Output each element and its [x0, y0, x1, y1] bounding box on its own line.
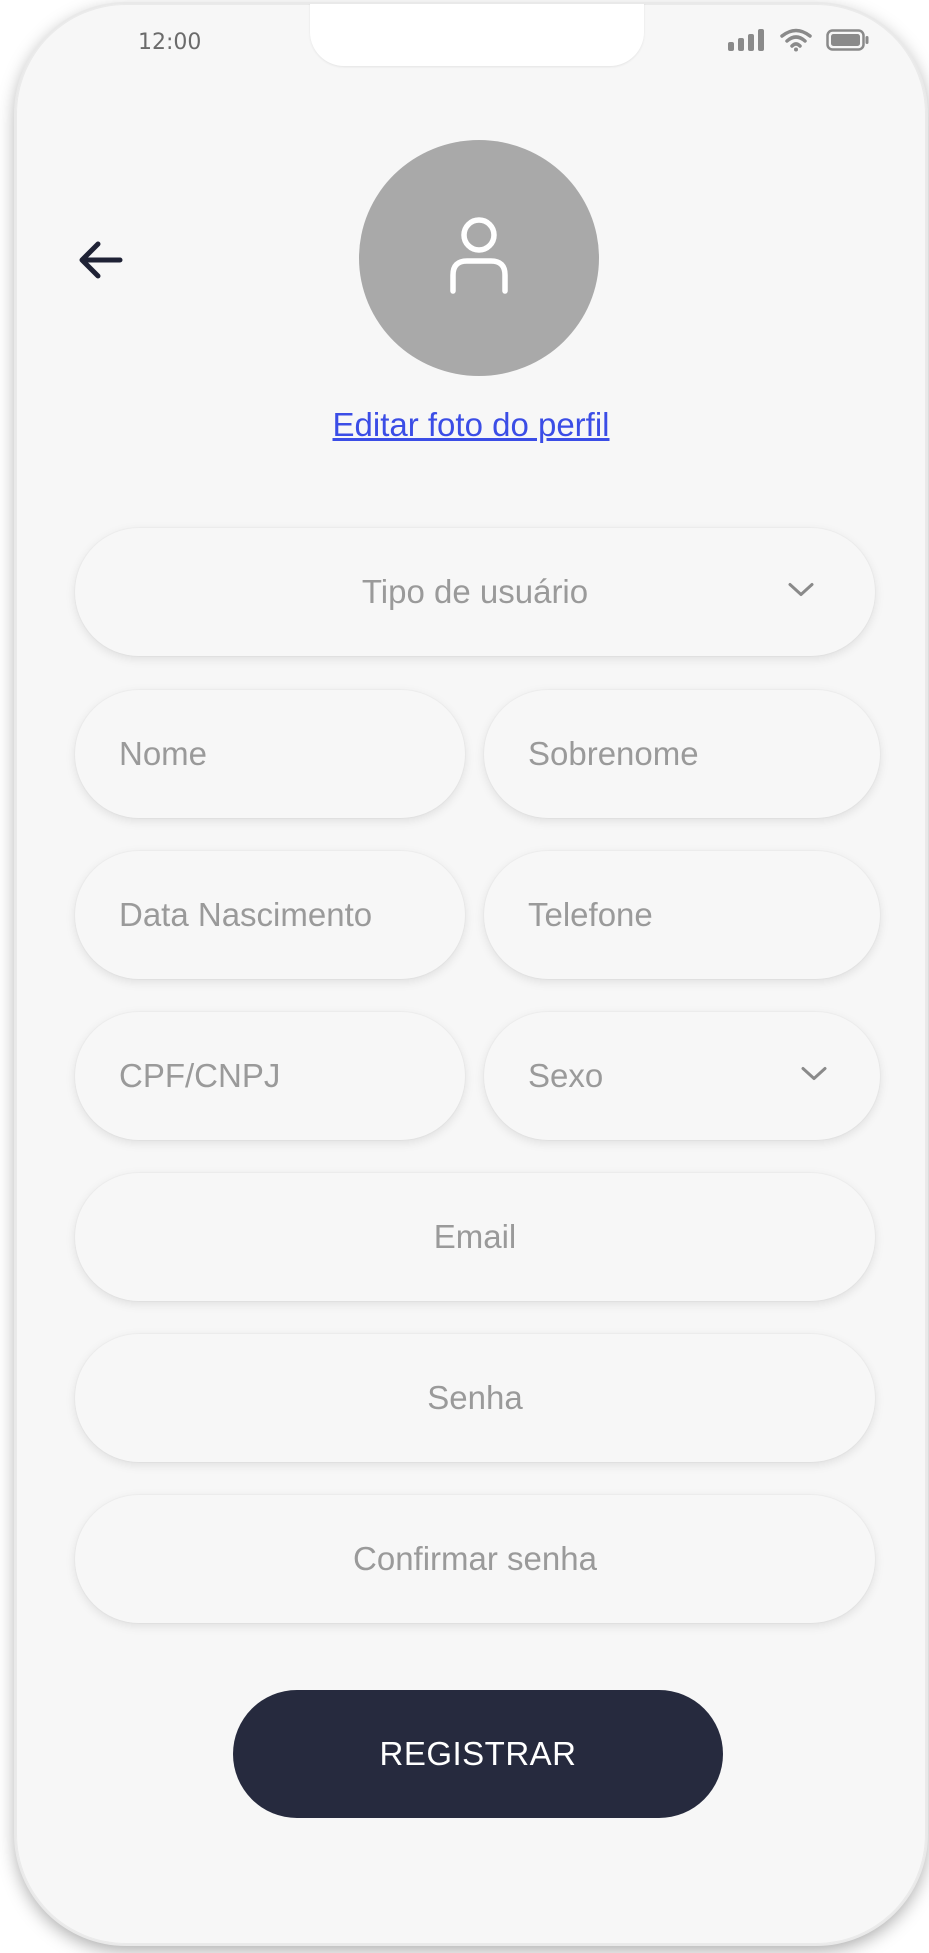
email-input[interactable]	[75, 1173, 875, 1301]
arrow-left-icon	[76, 240, 124, 285]
cellular-signal-icon	[728, 29, 766, 56]
user-icon	[447, 216, 511, 300]
birth-date-field[interactable]	[75, 851, 465, 979]
status-time: 12:00	[138, 30, 202, 55]
confirm-password-field[interactable]	[75, 1495, 875, 1623]
user-type-select[interactable]: Tipo de usuário	[75, 528, 875, 656]
sex-select[interactable]: Sexo	[484, 1012, 880, 1140]
phone-field[interactable]	[484, 851, 880, 979]
last-name-field[interactable]	[484, 690, 880, 818]
avatar[interactable]	[359, 140, 599, 376]
password-field[interactable]	[75, 1334, 875, 1462]
register-button[interactable]: REGISTRAR	[233, 1690, 723, 1818]
first-name-input[interactable]	[75, 690, 465, 818]
sex-label: Sexo	[528, 1057, 604, 1094]
password-input[interactable]	[75, 1334, 875, 1462]
email-field[interactable]	[75, 1173, 875, 1301]
edit-photo-link[interactable]: Editar foto do perfil	[16, 406, 926, 444]
wifi-icon	[780, 28, 812, 57]
document-input[interactable]	[75, 1012, 465, 1140]
chevron-down-icon	[787, 581, 815, 604]
back-button[interactable]	[70, 232, 130, 292]
birth-date-input[interactable]	[75, 851, 465, 979]
phone-frame: 12:00 Editar foto do perfil Tipo de usuá…	[16, 4, 926, 1944]
phone-notch	[310, 4, 644, 66]
battery-icon	[826, 29, 870, 56]
chevron-down-icon	[800, 1065, 828, 1088]
first-name-field[interactable]	[75, 690, 465, 818]
document-field[interactable]	[75, 1012, 465, 1140]
user-type-label: Tipo de usuário	[361, 573, 589, 610]
phone-input[interactable]	[484, 851, 880, 979]
last-name-input[interactable]	[484, 690, 880, 818]
confirm-password-input[interactable]	[75, 1495, 875, 1623]
status-icons	[728, 28, 870, 57]
